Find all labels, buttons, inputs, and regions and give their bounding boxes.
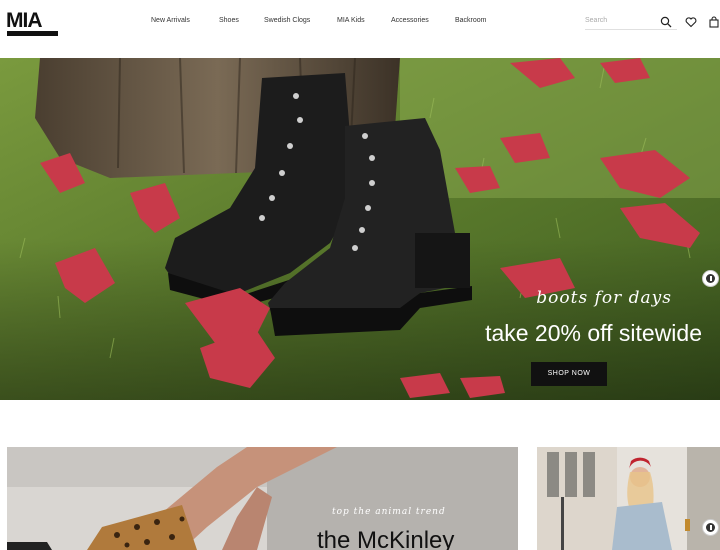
accessibility-icon-2[interactable] (702, 519, 719, 536)
nav-item-backroom[interactable]: Backroom (455, 17, 487, 24)
promo-card-right[interactable] (537, 447, 720, 550)
promo-tagline: top the animal trend (332, 507, 446, 517)
nav-item-shoes[interactable]: Shoes (219, 17, 239, 24)
shop-now-button[interactable]: SHOP NOW (531, 362, 607, 386)
bag-icon[interactable] (708, 16, 720, 28)
logo-bar (7, 31, 58, 36)
accessibility-icon[interactable] (702, 270, 719, 287)
nav-item-mia-kids[interactable]: MIA Kids (337, 17, 365, 24)
search-underline (585, 29, 677, 30)
search-icon[interactable] (660, 16, 672, 28)
nav-item-accessories[interactable]: Accessories (391, 17, 429, 24)
nav-item-new-arrivals[interactable]: New Arrivals (151, 17, 190, 24)
promo-title: the McKinley (317, 527, 455, 550)
nav-item-swedish-clogs[interactable]: Swedish Clogs (264, 17, 310, 24)
hero-image (0, 58, 720, 400)
promo-card-mckinley[interactable]: top the animal trend the McKinley (7, 447, 518, 550)
site-header: MIA New Arrivals Shoes Swedish Clogs MIA… (0, 0, 720, 58)
promo-image-right (537, 447, 720, 550)
hero-tagline: boots for days (536, 288, 672, 308)
search-input[interactable]: Search (585, 17, 607, 24)
main-nav: New Arrivals Shoes Swedish Clogs MIA Kid… (0, 17, 720, 29)
heart-icon[interactable] (685, 16, 697, 28)
hero-banner[interactable]: boots for days take 20% off sitewide SHO… (0, 58, 720, 400)
hero-headline: take 20% off sitewide (485, 320, 702, 346)
